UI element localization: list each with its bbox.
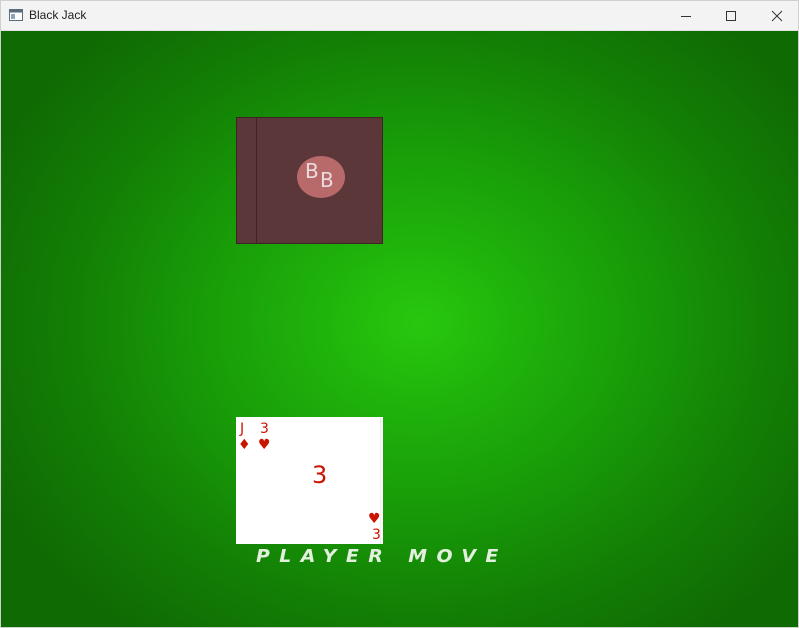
game-table: B B J ♦ 3 ♥ 3 ♥ 3 PLAYER MOVE bbox=[1, 31, 798, 627]
maximize-icon bbox=[726, 10, 736, 21]
heart-suit-icon: ♥ bbox=[258, 437, 271, 453]
game-status-message: PLAYER MOVE bbox=[256, 546, 508, 567]
close-icon bbox=[771, 10, 783, 21]
card-rank-jack: J bbox=[240, 421, 245, 437]
window-title: Black Jack bbox=[29, 8, 87, 22]
minimize-icon bbox=[681, 15, 691, 17]
close-button[interactable] bbox=[754, 1, 798, 30]
card-back-logo-letter: B bbox=[305, 159, 319, 183]
title-bar[interactable]: Black Jack bbox=[1, 1, 798, 31]
player-card: J ♦ 3 ♥ 3 ♥ 3 bbox=[236, 417, 383, 544]
minimize-button[interactable] bbox=[663, 1, 709, 30]
dealer-card-face-down: B B bbox=[236, 117, 383, 244]
card-back-logo-letter: B bbox=[320, 168, 334, 192]
game-window: Black Jack B B J ♦ 3 ♥ 3 ♥ 3 PLAYER MOVE bbox=[0, 0, 799, 628]
card-back-logo: B B bbox=[297, 156, 345, 198]
window-app-icon bbox=[9, 9, 23, 21]
diamond-suit-icon: ♦ bbox=[238, 437, 251, 453]
card-back-stripe bbox=[256, 118, 257, 243]
heart-suit-icon: ♥ bbox=[368, 511, 381, 527]
card-rank-three: 3 bbox=[260, 421, 269, 437]
card-center-rank: 3 bbox=[312, 461, 328, 489]
maximize-button[interactable] bbox=[708, 1, 754, 30]
card-rank-three: 3 bbox=[372, 527, 381, 543]
